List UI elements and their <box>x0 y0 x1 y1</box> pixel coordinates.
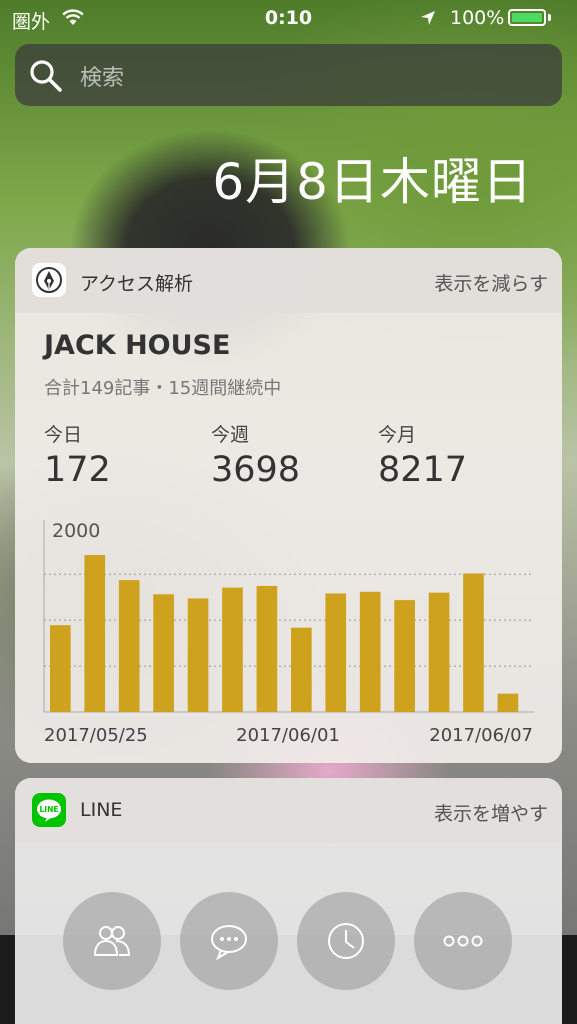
bar-2017/05/29 <box>187 598 209 712</box>
search-placeholder: 検索 <box>80 66 125 91</box>
more-icon <box>443 935 483 947</box>
search-icon <box>29 59 63 97</box>
bar-2017/05/28 <box>153 594 174 712</box>
more-button[interactable] <box>414 892 512 990</box>
bar-2017/06/02 <box>325 593 347 712</box>
widget-title: アクセス解析 <box>80 273 194 295</box>
stat-today-label: 今日 <box>44 424 83 446</box>
line-app-icon[interactable]: LINE <box>32 793 66 827</box>
friends-button[interactable] <box>63 892 161 990</box>
bar-2017/05/27 <box>118 580 140 712</box>
history-icon <box>328 923 364 959</box>
widget-header: LINE LINE 表示を増やす <box>15 778 562 843</box>
bar-2017/06/04 <box>394 600 415 712</box>
show-more-button[interactable]: 表示を増やす <box>434 799 548 826</box>
battery-fill <box>512 13 542 22</box>
pen-nib-icon[interactable] <box>32 263 66 297</box>
friends-icon <box>93 926 131 956</box>
bar-2017/06/07 <box>497 693 519 712</box>
x-tick-label-end: 2017/06/07 <box>429 725 533 746</box>
location-arrow-icon <box>420 9 436 31</box>
x-tick-label-start: 2017/05/25 <box>44 725 148 746</box>
y-max-label: 2000 <box>52 520 100 542</box>
search-bar[interactable]: 検索 <box>15 44 562 106</box>
bar-2017/05/30 <box>222 587 243 712</box>
blog-summary: 合計149記事・15週間継続中 <box>44 378 282 399</box>
bar-2017/06/05 <box>428 592 450 712</box>
line-icon-text: LINE <box>40 805 59 814</box>
x-tick-label-mid: 2017/06/01 <box>236 725 340 746</box>
stat-month-value: 8217 <box>378 450 468 490</box>
history-button[interactable] <box>297 892 395 990</box>
stat-week-value: 3698 <box>211 450 301 490</box>
chat-icon <box>211 925 247 961</box>
pageview-bar-chart: 2000 2017/05/25 2017/06/01 2017/06/07 <box>43 520 534 746</box>
line-widget: LINE LINE 表示を増やす <box>15 778 562 1024</box>
status-bar: 圏外 0:10 100% <box>0 0 577 38</box>
chats-button[interactable] <box>180 892 278 990</box>
widget-title: LINE <box>80 799 123 821</box>
widget-header: アクセス解析 表示を減らす <box>15 248 562 313</box>
bar-2017/05/26 <box>84 555 106 712</box>
battery-percentage: 100% <box>450 7 505 29</box>
bar-2017/06/06 <box>463 573 484 712</box>
stat-today-value: 172 <box>44 450 111 490</box>
show-less-button[interactable]: 表示を減らす <box>434 269 548 296</box>
blog-name: JACK HOUSE <box>44 330 231 361</box>
stat-month-label: 今月 <box>378 424 417 446</box>
bar-2017/06/01 <box>291 627 312 712</box>
access-analytics-widget: アクセス解析 表示を減らす JACK HOUSE 合計149記事・15週間継続中… <box>15 248 562 763</box>
stat-week-label: 今週 <box>211 424 250 446</box>
battery-icon <box>508 9 546 26</box>
bar-2017/05/31 <box>256 585 278 712</box>
date-heading: 6月8日木曜日 <box>212 153 533 211</box>
battery-cap <box>548 14 551 21</box>
bar-2017/05/25 <box>50 625 71 712</box>
bar-2017/06/03 <box>359 591 381 712</box>
